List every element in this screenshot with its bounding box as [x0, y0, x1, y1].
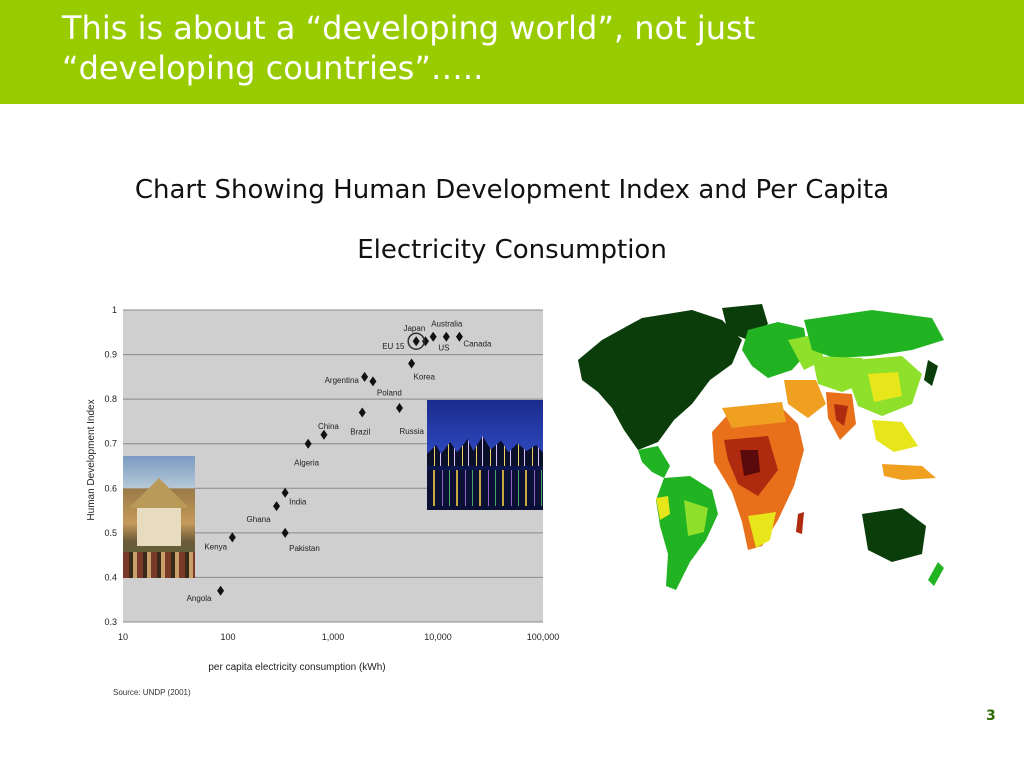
- map-southeast-asia: [872, 420, 918, 452]
- world-map-svg: [578, 304, 944, 590]
- map-south-america: [656, 476, 718, 590]
- hdi-electricity-chart: 0.3 0.4 0.5 0.6 0.7 0.8 0.9 1 10 100 1,000 10,000 10…: [78, 296, 568, 706]
- y-tick-label: 0.4: [104, 572, 117, 582]
- map-madagascar: [796, 512, 804, 534]
- map-central-america: [638, 446, 670, 478]
- chart-heading-line-2: Electricity Consumption: [357, 235, 667, 265]
- data-label-eu-15: EU 15: [382, 342, 405, 351]
- data-label-algeria: Algeria: [294, 459, 319, 468]
- y-tick-label: 0.9: [104, 350, 117, 360]
- y-tick-label: 0.5: [104, 528, 117, 538]
- x-tick-label: 1,000: [322, 632, 345, 642]
- slide-title-line-2: “developing countries”…..: [62, 49, 484, 87]
- y-tick-label: 0.8: [104, 394, 117, 404]
- y-axis-title: Human Development Index: [86, 399, 97, 520]
- data-label-brazil: Brazil: [350, 428, 370, 437]
- x-tick-label: 100: [220, 632, 235, 642]
- village-photo: [123, 456, 195, 578]
- data-label-russia: Russia: [400, 427, 425, 436]
- x-tick-label: 10,000: [424, 632, 452, 642]
- header-bar: This is about a “developing world”, not …: [0, 0, 1024, 104]
- chart-heading: Chart Showing Human Development Index an…: [40, 160, 984, 280]
- data-label-us: US: [438, 344, 449, 353]
- y-tick-label: 1: [112, 305, 117, 315]
- world-map-image: [572, 300, 952, 600]
- data-label-japan: Japan: [403, 324, 425, 333]
- map-australia: [862, 508, 926, 562]
- city-reflection-shape: [427, 470, 543, 506]
- data-label-canada: Canada: [463, 340, 492, 349]
- data-label-korea: Korea: [414, 372, 436, 381]
- page-number: 3: [986, 708, 996, 724]
- x-tick-label: 100,000: [527, 632, 560, 642]
- hut-roof-shape: [129, 478, 189, 508]
- map-middle-east: [784, 380, 826, 418]
- x-axis-title: per capita electricity consumption (kWh): [208, 662, 385, 673]
- hut-wall-shape: [137, 508, 181, 546]
- map-new-zealand: [928, 562, 944, 586]
- chart-source: Source: UNDP (2001): [113, 688, 191, 697]
- data-label-australia: Australia: [431, 320, 463, 329]
- x-tick-label: 10: [118, 632, 128, 642]
- map-russia: [804, 310, 944, 358]
- y-tick-label: 0.6: [104, 483, 117, 493]
- data-label-pakistan: Pakistan: [289, 544, 320, 553]
- chart-heading-line-1: Chart Showing Human Development Index an…: [134, 175, 890, 205]
- map-japan: [924, 360, 938, 386]
- villagers-shape: [123, 552, 195, 578]
- data-label-argentina: Argentina: [325, 376, 360, 385]
- y-tick-label: 0.3: [104, 617, 117, 627]
- data-label-kenya: Kenya: [204, 542, 227, 551]
- data-label-ghana: Ghana: [247, 515, 272, 524]
- city-skyline-shape: [427, 436, 543, 466]
- data-label-india: India: [289, 498, 307, 507]
- map-indonesia: [882, 464, 936, 480]
- data-label-angola: Angola: [187, 594, 212, 603]
- y-tick-label: 0.7: [104, 439, 117, 449]
- data-label-china: China: [318, 422, 339, 431]
- slide-title-line-1: This is about a “developing world”, not …: [62, 9, 756, 47]
- slide-title: This is about a “developing world”, not …: [62, 8, 962, 88]
- data-label-poland: Poland: [377, 388, 402, 397]
- city-night-photo: [427, 400, 543, 510]
